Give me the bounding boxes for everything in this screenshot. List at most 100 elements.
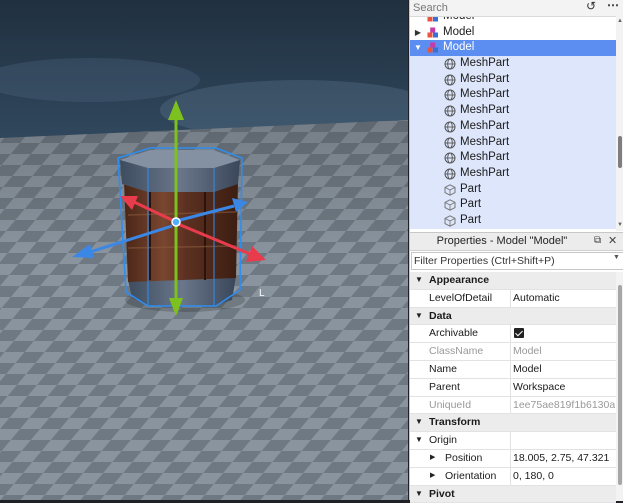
section-title: Data (429, 309, 452, 322)
explorer-item-meshpart[interactable]: MeshPart (410, 56, 616, 72)
explorer-search-input[interactable] (413, 0, 573, 15)
property-sub-row[interactable]: ▶ Orientation 0, 180, 0 (410, 467, 616, 486)
explorer-item-part[interactable]: Part (410, 212, 616, 229)
property-value: 1ee75ae819f1b6130a... (513, 398, 615, 411)
part-icon (444, 183, 456, 196)
archivable-checkbox[interactable] (514, 328, 524, 339)
meshpart-icon (444, 58, 456, 70)
expand-arrow-icon[interactable]: ▶ (430, 468, 435, 485)
explorer-item-meshpart[interactable]: MeshPart (410, 87, 616, 104)
scroll-up-icon[interactable]: ▲ (616, 18, 623, 24)
collapse-arrow-icon[interactable]: ▼ (415, 414, 423, 431)
explorer-item-label: MeshPart (460, 88, 510, 101)
meshpart-icon (444, 89, 456, 101)
explorer-item-label: MeshPart (460, 72, 510, 85)
column-divider[interactable] (510, 396, 511, 414)
property-row[interactable]: LevelOfDetail Automatic (410, 289, 616, 308)
column-divider[interactable] (510, 467, 511, 485)
close-icon[interactable]: ✕ (608, 234, 618, 248)
explorer-item-meshpart[interactable]: MeshPart (410, 150, 616, 166)
property-value[interactable]: 18.005, 2.75, 47.321 (513, 450, 615, 467)
part-icon (444, 215, 456, 227)
explorer-item-label: Part (460, 213, 482, 226)
selected-model (117, 147, 243, 307)
properties-title: Properties - Model "Model" (436, 235, 568, 247)
property-value[interactable]: 0, 180, 0 (513, 468, 615, 485)
column-divider[interactable] (510, 432, 511, 449)
explorer-item-meshpart[interactable]: MeshPart (410, 71, 616, 88)
column-divider[interactable] (510, 289, 511, 307)
property-sub-row[interactable]: ▶ Position 18.005, 2.75, 47.321 (410, 449, 616, 468)
viewport-scene: L (0, 0, 408, 500)
property-group-row[interactable]: ▼ Origin (410, 432, 616, 450)
history-icon[interactable]: ↺ (584, 0, 598, 14)
property-row[interactable]: Archivable (410, 325, 616, 344)
property-value[interactable]: Model (513, 361, 615, 378)
collapse-arrow-icon[interactable]: ▼ (415, 308, 423, 325)
explorer-item-meshpart[interactable]: MeshPart (410, 118, 616, 135)
property-name: ClassName (429, 345, 484, 358)
filter-properties-input[interactable] (414, 253, 604, 268)
properties-titlebar: Properties - Model "Model" ⧉ ✕ (410, 233, 623, 251)
property-value[interactable]: Workspace (513, 379, 615, 396)
expand-arrow-icon[interactable]: ▶ (430, 450, 435, 467)
chevron-down-icon[interactable]: ▼ (613, 254, 620, 261)
property-name: Origin (429, 434, 458, 447)
property-section[interactable]: ▼ Pivot (410, 485, 616, 503)
explorer-item-label: Model (443, 41, 475, 54)
property-row[interactable]: UniqueId 1ee75ae819f1b6130a... (410, 396, 616, 415)
property-name: Archivable (429, 327, 479, 340)
properties-scrollbar-thumb[interactable] (618, 285, 622, 485)
property-section[interactable]: ▼ Data (410, 307, 616, 326)
explorer-item-model[interactable]: ▼ Model (410, 40, 616, 57)
meshpart-icon (444, 74, 456, 86)
model-icon (427, 42, 439, 54)
meshpart-icon (444, 137, 456, 149)
explorer-item-label: MeshPart (460, 119, 510, 132)
property-section[interactable]: ▼ Appearance (410, 272, 616, 290)
column-divider[interactable] (510, 325, 511, 343)
meshpart-icon (444, 121, 456, 133)
side-panel: Model ▶ Model ▼ Model MeshPart MeshPart MeshPar… (409, 0, 623, 503)
explorer-item-meshpart[interactable]: MeshPart (410, 165, 616, 182)
property-value[interactable]: Automatic (513, 290, 615, 307)
column-divider[interactable] (510, 378, 511, 396)
explorer-scrollbar[interactable] (616, 16, 623, 231)
more-icon[interactable]: ⋯ (606, 0, 620, 13)
explorer-item-label: MeshPart (460, 151, 510, 164)
property-value: Model (513, 345, 542, 358)
expand-arrow-closed-icon[interactable]: ▶ (413, 25, 423, 41)
filter-properties-bar: ▼ (411, 252, 623, 270)
properties-list: ▼ Appearance LevelOfDetail Automatic ▼ Data Ar… (410, 272, 616, 503)
property-section[interactable]: ▼ Transform (410, 414, 616, 433)
explorer-item-label: MeshPart (460, 104, 510, 117)
explorer-item-model[interactable]: ▶ Model (410, 25, 616, 41)
explorer-item-part[interactable]: Part (410, 197, 616, 213)
property-row[interactable]: Name Model (410, 360, 616, 379)
dock-icon[interactable]: ⧉ (594, 235, 604, 247)
section-title: Transform (429, 416, 481, 429)
cursor-label: L (259, 288, 265, 299)
explorer-tree: Model▶Model▼ModelMeshPartMeshPartMeshPar… (410, 9, 616, 229)
3d-viewport[interactable]: L (0, 0, 408, 500)
column-divider[interactable] (510, 360, 511, 378)
properties-panel: Properties - Model "Model" ⧉ ✕ ▼ ▼ Appear… (410, 232, 623, 503)
explorer-item-label: Model (443, 25, 475, 38)
explorer-item-label: Part (460, 182, 482, 195)
explorer-scrollbar-thumb[interactable] (618, 136, 622, 168)
expand-arrow-open-icon[interactable]: ▼ (413, 40, 423, 56)
property-row[interactable]: ClassName Model (410, 343, 616, 361)
property-name: Parent (429, 380, 460, 393)
explorer-item-meshpart[interactable]: MeshPart (410, 103, 616, 119)
scroll-down-icon[interactable]: ▼ (616, 222, 623, 228)
explorer-item-label: MeshPart (460, 135, 510, 148)
collapse-arrow-icon[interactable]: ▼ (415, 272, 423, 289)
column-divider[interactable] (510, 449, 511, 467)
explorer-item-part[interactable]: Part (410, 181, 616, 198)
explorer-item-meshpart[interactable]: MeshPart (410, 134, 616, 151)
property-row[interactable]: Parent Workspace (410, 378, 616, 397)
section-title: Appearance (429, 274, 490, 286)
column-divider[interactable] (510, 343, 511, 360)
part-icon (444, 199, 456, 212)
collapse-arrow-icon[interactable]: ▼ (415, 432, 423, 449)
